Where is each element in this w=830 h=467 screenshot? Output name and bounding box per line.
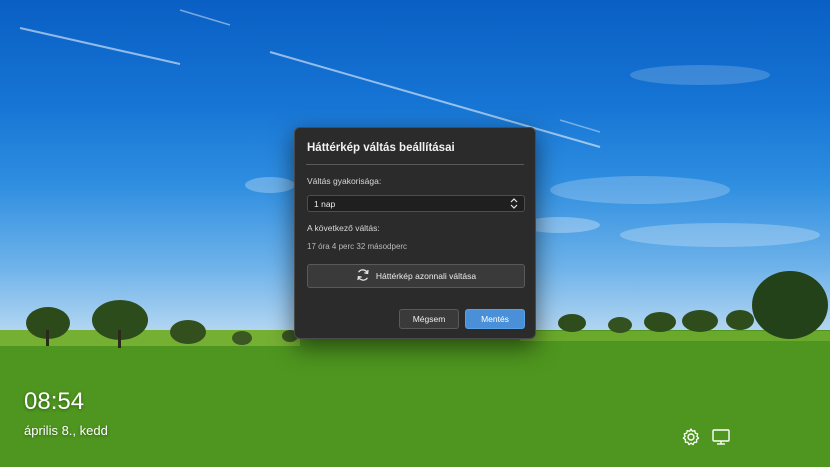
switch-wallpaper-now-button[interactable]: Háttérkép azonnali váltása	[307, 264, 525, 288]
monitor-icon[interactable]	[710, 426, 732, 448]
refresh-icon	[356, 268, 370, 284]
next-change-label: A következő váltás:	[307, 223, 380, 233]
save-button[interactable]: Mentés	[465, 309, 525, 329]
dialog-title: Háttérkép váltás beállításai	[307, 142, 455, 154]
gear-icon[interactable]	[680, 426, 702, 448]
frequency-select[interactable]: 1 nap	[307, 195, 525, 212]
lockscreen-time: 08:54	[24, 388, 85, 415]
lockscreen-date: április 8., kedd	[24, 423, 108, 438]
chevron-updown-icon	[510, 197, 518, 212]
frequency-value: 1 nap	[314, 199, 336, 209]
dialog-divider	[306, 164, 524, 165]
next-change-value: 17 óra 4 perc 32 másodperc	[307, 242, 408, 251]
cancel-button[interactable]: Mégsem	[399, 309, 459, 329]
wallpaper-settings-dialog: Háttérkép váltás beállításai Váltás gyak…	[294, 127, 536, 339]
switch-wallpaper-now-label: Háttérkép azonnali váltása	[375, 271, 477, 281]
frequency-label: Váltás gyakorisága:	[307, 176, 382, 186]
